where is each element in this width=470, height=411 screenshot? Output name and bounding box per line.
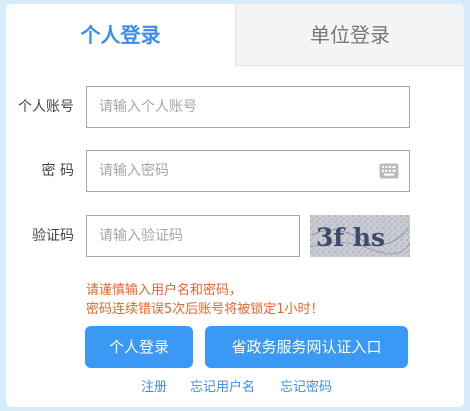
- personal-login-button[interactable]: 个人登录: [85, 326, 193, 368]
- notice-line-2: 密码连续错误5次后账号将被锁定1小时！: [86, 302, 324, 317]
- captcha-text: 3f hs: [316, 223, 385, 252]
- forgot-password-link[interactable]: 忘记密码: [280, 378, 332, 398]
- forgot-username-link[interactable]: 忘记用户名: [190, 378, 255, 398]
- login-tabs: 个人登录 单位登录: [6, 4, 464, 66]
- captcha-field-box: [86, 215, 300, 257]
- account-input[interactable]: [87, 87, 409, 127]
- account-label: 个人账号: [18, 99, 74, 115]
- notice-line-1: 请谨慎输入用户名和密码，: [86, 283, 243, 298]
- register-link[interactable]: 注册: [141, 378, 167, 398]
- captcha-image[interactable]: 3f hs: [310, 215, 410, 257]
- tab-organization-login[interactable]: 单位登录: [235, 4, 464, 66]
- keyboard-icon[interactable]: [379, 163, 399, 179]
- login-warning-notice: 请谨慎输入用户名和密码， 密码连续错误5次后账号将被锁定1小时！: [86, 281, 446, 319]
- account-field-box: [86, 86, 410, 128]
- password-field-box: [86, 150, 410, 192]
- password-input[interactable]: [87, 151, 409, 191]
- captcha-input[interactable]: [87, 216, 299, 256]
- password-label: 密 码: [41, 163, 74, 179]
- captcha-label: 验证码: [32, 228, 74, 244]
- gov-service-auth-button[interactable]: 省政务服务网认证入口: [205, 326, 408, 368]
- tab-personal-login[interactable]: 个人登录: [6, 4, 235, 66]
- login-panel: 个人登录 单位登录 个人账号 密 码 验证码: [6, 4, 464, 407]
